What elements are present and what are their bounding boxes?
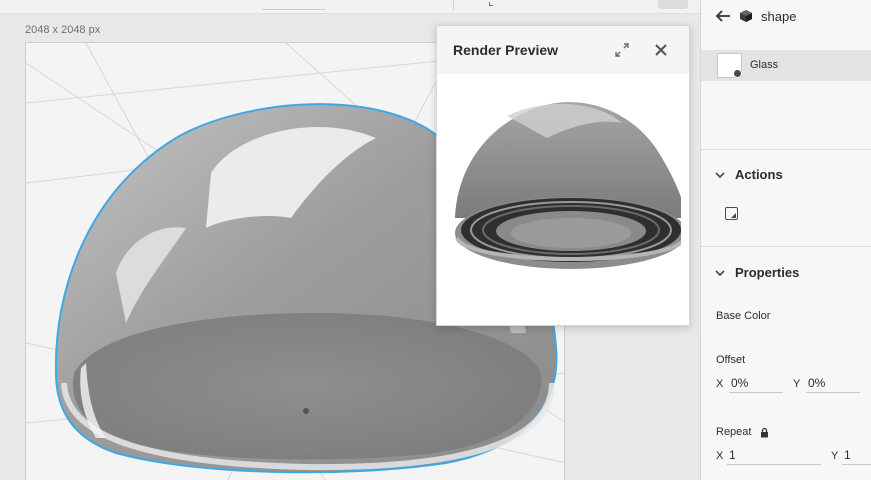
back-arrow-icon[interactable] — [715, 9, 731, 28]
repeat-x-field[interactable]: 1 — [727, 445, 821, 465]
render-preview-title: Render Preview — [453, 42, 559, 58]
chevron-down-icon[interactable] — [489, 2, 493, 6]
section-divider — [701, 246, 871, 247]
material-badge-icon — [733, 69, 742, 78]
material-item-glass[interactable]: Glass — [701, 50, 871, 81]
expand-icon[interactable] — [612, 40, 632, 60]
canvas-size-label: 2048 x 2048 px — [25, 24, 101, 36]
offset-label: Offset — [716, 354, 746, 366]
repeat-x-label: X — [716, 450, 724, 462]
shape-name: shape — [761, 9, 797, 24]
repeat-y-field[interactable]: 1 — [842, 445, 871, 465]
render-preview-panel: Render Preview — [436, 25, 690, 326]
toolbar-divider — [453, 0, 454, 10]
actions-heading: Actions — [735, 167, 783, 182]
cube-icon — [739, 9, 753, 28]
material-label: Glass — [750, 59, 779, 71]
material-swatch[interactable] — [717, 53, 742, 78]
offset-x-label: X — [716, 378, 724, 390]
repeat-label: Repeat — [716, 426, 752, 438]
toolbar-field[interactable] — [262, 0, 326, 10]
actions-section-toggle[interactable]: Actions — [715, 167, 783, 182]
repeat-y-label: Y — [831, 450, 839, 462]
offset-y-field[interactable]: 0% — [806, 373, 860, 393]
action-icon[interactable] — [725, 207, 738, 220]
top-toolbar — [0, 0, 700, 14]
chevron-down-icon — [715, 171, 725, 178]
properties-sidebar: shape Glass Actions Properties Base Colo… — [700, 0, 871, 480]
base-color-label: Base Color — [716, 310, 771, 322]
chevron-down-icon — [715, 269, 725, 276]
offset-x-field[interactable]: 0% — [729, 373, 783, 393]
render-preview-image — [455, 102, 681, 269]
close-icon[interactable] — [651, 40, 671, 60]
toolbar-button[interactable] — [658, 0, 688, 9]
properties-section-toggle[interactable]: Properties — [715, 265, 799, 280]
offset-y-label: Y — [793, 378, 801, 390]
properties-heading: Properties — [735, 265, 800, 280]
lock-icon[interactable] — [760, 427, 769, 438]
section-divider — [701, 149, 871, 150]
render-preview-header: Render Preview — [437, 26, 689, 74]
